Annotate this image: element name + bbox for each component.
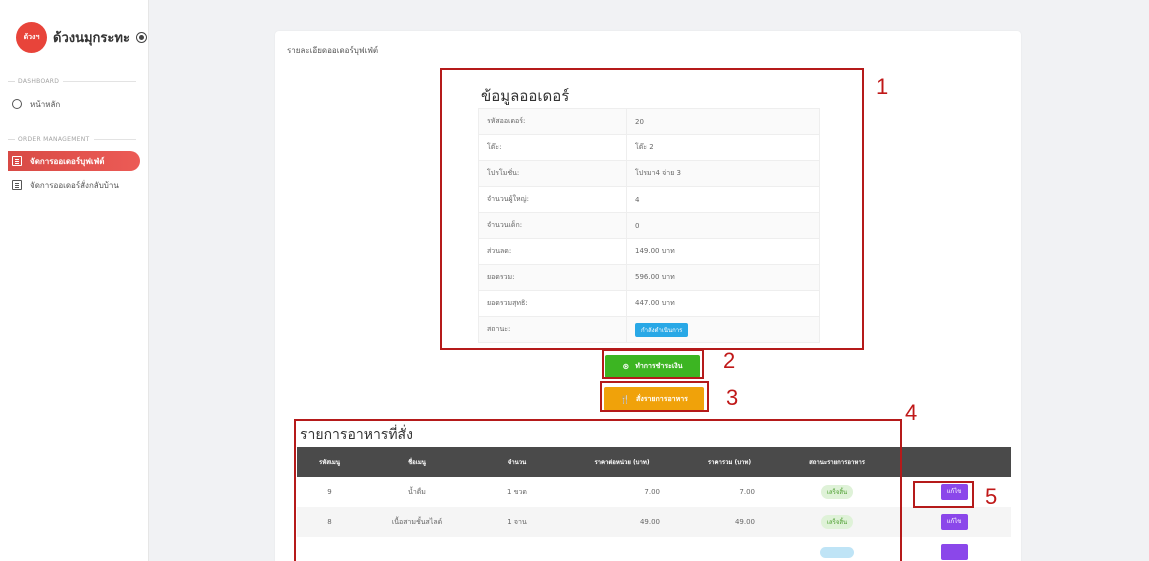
annotation-box-edit-button <box>913 481 974 508</box>
brand[interactable]: ด้วงฯ ด้วงนมุกระทะ <box>16 22 147 53</box>
edit-button-partial[interactable] <box>940 544 968 560</box>
sidebar-item-label: จัดการออเดอร์บุฟเฟ่ต์ <box>30 156 105 166</box>
annotation-number: 1 <box>876 74 889 99</box>
sidebar-toggle-icon[interactable] <box>135 32 147 43</box>
brand-logo: ด้วงฯ <box>16 22 47 53</box>
annotation-box-order-info <box>440 68 864 350</box>
annotation-number: 5 <box>985 484 998 509</box>
annotation-number: 3 <box>726 385 739 410</box>
dashboard-icon <box>12 99 22 109</box>
brand-name: ด้วงนมุกระทะ <box>53 31 130 46</box>
annotation-number: 2 <box>723 348 736 373</box>
sidebar-item-label: หน้าหลัก <box>30 99 61 109</box>
document-icon <box>12 156 22 166</box>
sidebar-item-takeaway-orders[interactable]: จัดการออเดอร์สั่งกลับบ้าน <box>8 175 140 195</box>
card-title: รายละเอียดออเดอร์บุฟเฟ่ต์ <box>287 46 379 55</box>
section-label-dashboard: DASHBOARD <box>8 78 136 85</box>
annotation-box-order-food-button <box>600 381 709 412</box>
edit-button[interactable]: แก้ไข <box>940 514 968 530</box>
annotation-number: 4 <box>905 400 918 425</box>
annotation-box-pay-button <box>602 349 704 379</box>
sidebar-item-home[interactable]: หน้าหลัก <box>8 94 140 114</box>
section-label-order-management: ORDER MANAGEMENT <box>8 136 136 143</box>
sidebar: ด้วงฯ ด้วงนมุกระทะ DASHBOARD หน้าหลัก OR… <box>0 0 149 561</box>
document-icon <box>12 180 22 190</box>
annotation-box-ordered-items <box>294 419 902 561</box>
sidebar-item-buffet-orders[interactable]: จัดการออเดอร์บุฟเฟ่ต์ <box>8 151 140 171</box>
sidebar-item-label: จัดการออเดอร์สั่งกลับบ้าน <box>30 180 119 190</box>
